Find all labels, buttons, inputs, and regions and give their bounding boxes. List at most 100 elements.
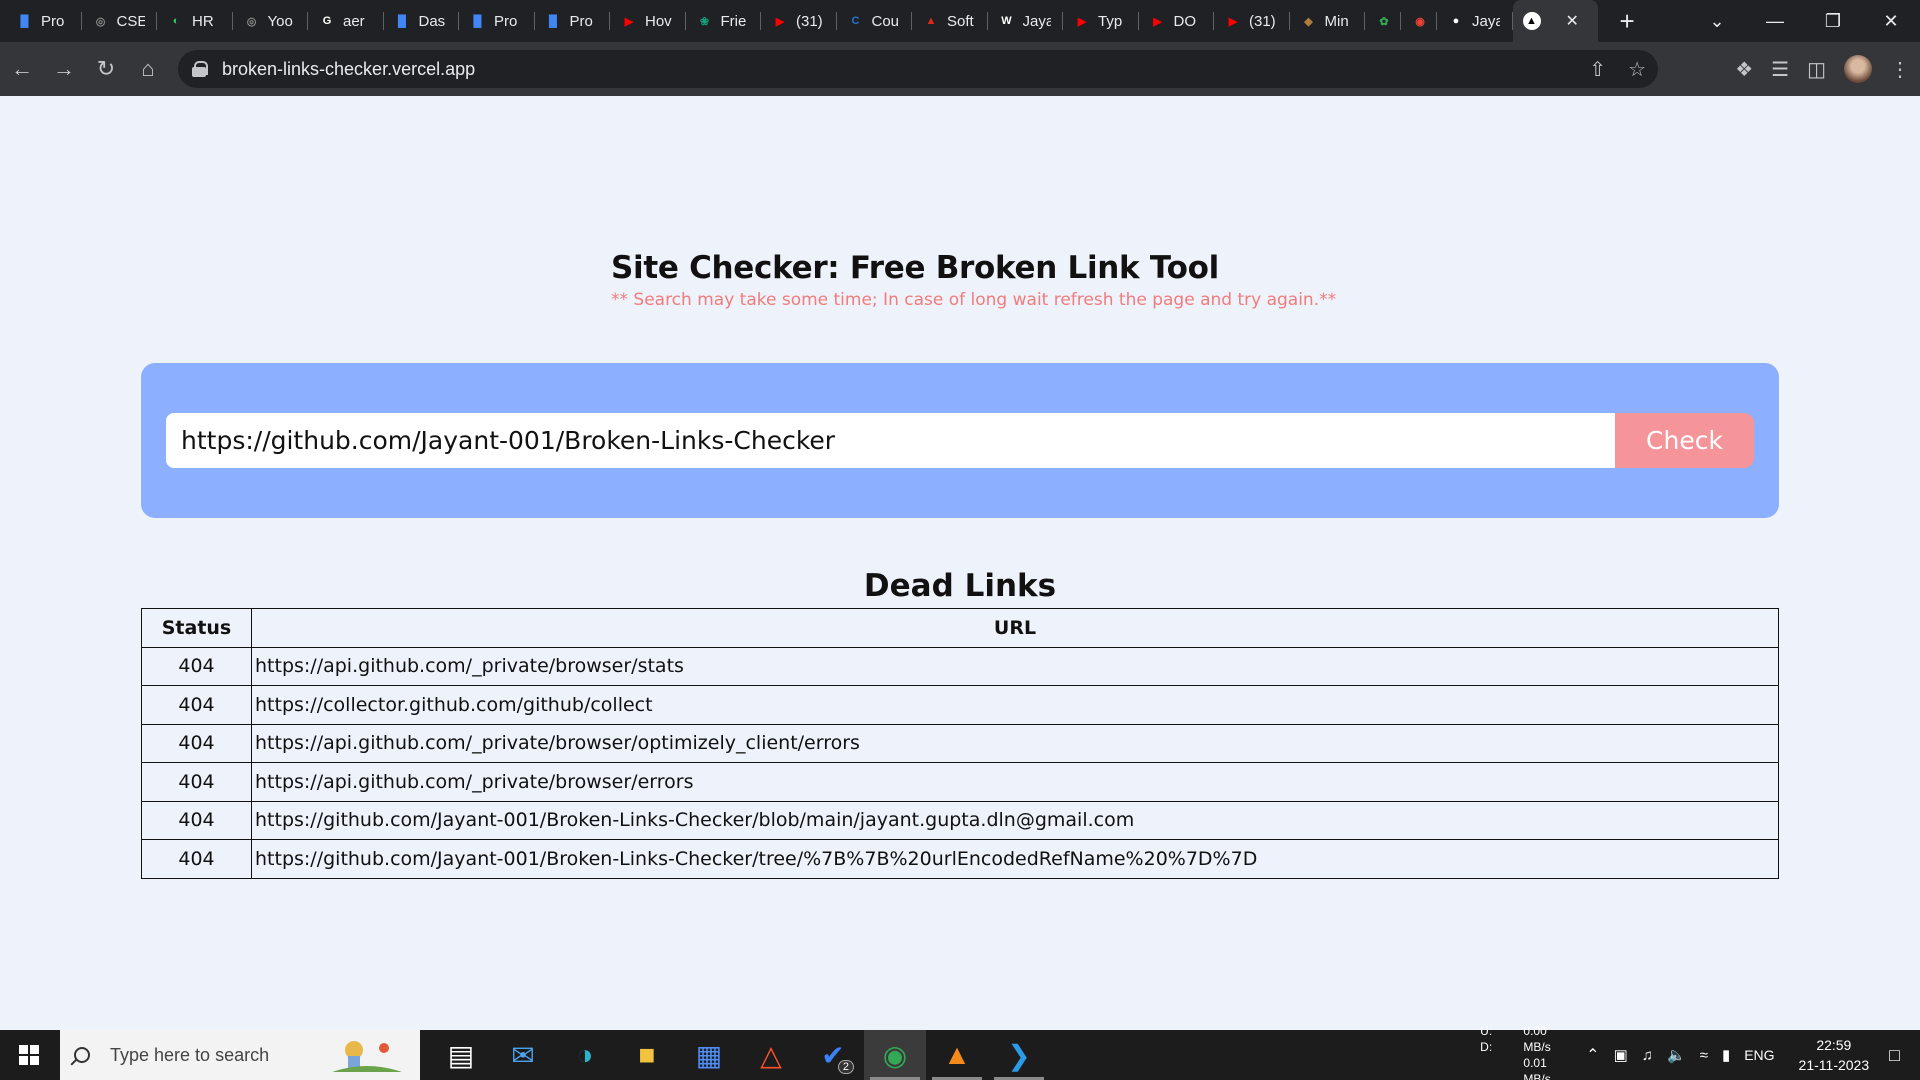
bar-chart-icon: ▉ <box>549 15 558 28</box>
tab-title: Hov <box>645 12 672 30</box>
browser-tab[interactable]: ◎ Yoo <box>233 0 309 42</box>
wifi-icon[interactable]: ≈ <box>1700 1047 1708 1064</box>
brave-taskbar-button[interactable]: △ <box>740 1030 802 1080</box>
search-panel: Check <box>141 363 1779 518</box>
taskbar-search[interactable]: Type here to search <box>60 1030 420 1080</box>
todo-taskbar-button[interactable]: ✔ 2 <box>802 1030 864 1080</box>
menu-kebab-icon[interactable]: ⋮ <box>1890 57 1910 82</box>
microphone-icon[interactable]: ♫ <box>1642 1047 1653 1064</box>
tab-title: Typ <box>1098 12 1123 30</box>
browser-tab[interactable]: ◐ HR <box>157 0 233 42</box>
browser-tab[interactable]: ✿ <box>1365 0 1401 42</box>
taskbar-apps: ▤ ✉ ◑ ■ ▦ △ ✔ 2 ◉ ▲ ❯ <box>430 1030 1050 1080</box>
chrome-icon: ◉ <box>882 1039 908 1071</box>
home-icon[interactable]: ⌂ <box>128 49 168 89</box>
file-explorer-taskbar-button[interactable]: ■ <box>616 1030 678 1080</box>
youtube-icon: ▶ <box>775 15 785 28</box>
dead-link-url: https://api.github.com/_private/browser/… <box>251 646 1779 686</box>
extensions-icon[interactable]: ❖ <box>1735 57 1753 82</box>
dead-link-url: https://github.com/Jayant-001/Broken-Lin… <box>251 839 1779 879</box>
close-window-icon[interactable]: ✕ <box>1862 11 1920 32</box>
close-tab-icon[interactable]: ✕ <box>1566 11 1579 31</box>
tab-title: Jaya <box>1472 12 1500 30</box>
tab-search-icon[interactable]: ⌄ <box>1688 11 1746 32</box>
minimize-icon[interactable]: — <box>1746 11 1804 32</box>
browser-tab[interactable]: ▶ DO <box>1139 0 1215 42</box>
browser-tab[interactable]: C Cou <box>837 0 913 42</box>
address-url[interactable]: broken-links-checker.vercel.app <box>222 59 475 80</box>
browser-tab[interactable]: W Jaya <box>988 0 1064 42</box>
meet-now-icon[interactable]: ▣ <box>1614 1046 1628 1064</box>
store-icon: ▦ <box>695 1039 723 1071</box>
browser-tab[interactable]: ▶ Hov <box>610 0 686 42</box>
table-row: 404 https://github.com/Jayant-001/Broken-… <box>141 839 1779 879</box>
mail-taskbar-button[interactable]: ✉ <box>492 1030 554 1080</box>
vscode-icon: ❯ <box>1007 1039 1031 1071</box>
browser-tab[interactable]: ▉ Pro <box>6 0 82 42</box>
restore-icon[interactable]: ❐ <box>1804 11 1862 32</box>
clock[interactable]: 22:59 21-11-2023 <box>1799 1035 1870 1075</box>
tab-title: Cou <box>871 12 900 30</box>
browser-tab[interactable]: ▶ Typ <box>1063 0 1139 42</box>
notifications-icon[interactable]: □ <box>1889 1045 1900 1066</box>
bar-chart-icon: ▉ <box>398 15 407 28</box>
browser-tab[interactable]: ▶ (31) <box>761 0 837 42</box>
status-code: 404 <box>141 723 252 763</box>
reload-icon[interactable]: ↻ <box>86 49 126 89</box>
forward-icon[interactable]: → <box>44 49 84 89</box>
battery-icon[interactable]: ▮ <box>1722 1046 1730 1064</box>
new-tab-icon[interactable]: + <box>1620 0 1635 42</box>
wix-icon: W <box>1001 15 1012 27</box>
back-icon[interactable]: ← <box>2 49 42 89</box>
browser-tab-github[interactable]: ● Jaya <box>1437 0 1513 42</box>
browser-tab[interactable]: ▉ Das <box>384 0 460 42</box>
browser-tab[interactable]: Gaer <box>308 0 384 42</box>
browser-tab[interactable]: ❀ Frie <box>686 0 762 42</box>
url-input[interactable] <box>166 413 1621 468</box>
globe-icon: ◎ <box>246 15 257 28</box>
chrome-taskbar-button[interactable]: ◉ <box>864 1030 926 1080</box>
address-bar[interactable]: broken-links-checker.vercel.app ⇧ ☆ <box>178 50 1658 88</box>
dead-link-url: https://api.github.com/_private/browser/… <box>251 762 1779 802</box>
browser-tab[interactable]: ◆ Min <box>1290 0 1366 42</box>
store-taskbar-button[interactable]: ▦ <box>678 1030 740 1080</box>
edge-taskbar-button[interactable]: ◑ <box>554 1030 616 1080</box>
vlc-taskbar-button[interactable]: ▲ <box>926 1030 988 1080</box>
dead-link-url: https://collector.github.com/github/coll… <box>251 685 1779 725</box>
browser-tab[interactable]: ▉ Pro <box>535 0 611 42</box>
bookmark-star-icon[interactable]: ☆ <box>1628 57 1646 82</box>
check-button[interactable]: Check <box>1615 413 1754 468</box>
browser-tab[interactable]: ◉ <box>1401 0 1437 42</box>
file-explorer-icon: ■ <box>638 1039 656 1070</box>
side-panel-icon[interactable]: ◫ <box>1807 57 1826 82</box>
browser-tab[interactable]: ◎ CSE <box>82 0 158 42</box>
browser-tab-active[interactable]: ▲ ✕ <box>1512 0 1598 42</box>
page-title: Site Checker: Free Broken Link Tool <box>611 250 1219 286</box>
tab-title: (31) <box>1249 12 1276 30</box>
vscode-taskbar-button[interactable]: ❯ <box>988 1030 1050 1080</box>
tab-title: aer <box>343 12 365 30</box>
chevron-up-icon[interactable]: ⌃ <box>1586 1045 1599 1065</box>
window-controls: ⌄ — ❐ ✕ <box>1688 0 1920 42</box>
media-queue-icon[interactable]: ☰ <box>1771 57 1789 82</box>
tab-strip: ▉ Pro ◎ CSE ◐ HR ◎ Yoo Gaer ▉ Das ▉ Pro ▉ Pro ▶ Hov ❀ Frie… <box>0 0 1920 42</box>
volume-icon[interactable]: 🔈 <box>1667 1046 1686 1064</box>
browser-tab[interactable]: ▲ Soft <box>912 0 988 42</box>
browser-tab[interactable]: ▶ (31) <box>1214 0 1290 42</box>
tab-title: DO <box>1173 12 1197 30</box>
vercel-icon: ▲ <box>1522 12 1541 30</box>
photos-icon: ✿ <box>1379 15 1389 28</box>
tab-title: Pro <box>41 12 65 30</box>
profile-avatar[interactable] <box>1844 55 1872 83</box>
share-icon[interactable]: ⇧ <box>1589 57 1606 82</box>
browser-tab[interactable]: ▉ Pro <box>459 0 535 42</box>
wait-notice: ** Search may take some time; In case of… <box>611 290 1337 310</box>
date: 21-11-2023 <box>1798 1057 1870 1073</box>
task-view-taskbar-button[interactable]: ▤ <box>430 1030 492 1080</box>
youtube-icon: ▶ <box>1077 15 1087 28</box>
language-indicator[interactable]: ENG <box>1744 1047 1774 1063</box>
lock-icon[interactable] <box>192 61 208 77</box>
hackerrank-icon: ◐ <box>172 15 180 27</box>
start-button[interactable] <box>0 1030 58 1080</box>
github-icon: ● <box>1452 15 1460 27</box>
